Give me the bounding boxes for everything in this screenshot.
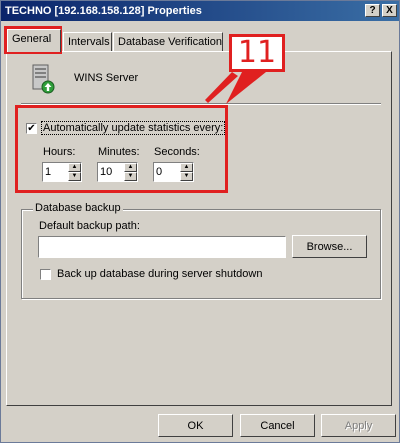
shutdown-backup-checkbox[interactable] [40,269,51,280]
shutdown-backup-label[interactable]: Back up database during server shutdown [57,268,262,280]
title-bar[interactable]: TECHNO [192.168.158.128] Properties ? X [1,1,399,21]
tab-intervals[interactable]: Intervals [63,32,112,51]
server-name: WINS Server [74,72,139,84]
database-backup-legend: Database backup [33,202,123,214]
help-button[interactable]: ? [365,4,380,17]
backup-path-input[interactable] [38,236,286,258]
close-button[interactable]: X [382,4,397,17]
ok-button[interactable]: OK [158,414,233,437]
backup-path-label: Default backup path: [39,220,140,232]
annotation-step-number: 11 [229,34,285,72]
cancel-button[interactable]: Cancel [240,414,315,437]
tab-general[interactable]: General [7,29,61,52]
annotation-highlight-statistics [15,105,228,193]
tab-database-verification[interactable]: Database Verification [113,32,223,51]
window-title: TECHNO [192.168.158.128] Properties [5,5,202,17]
properties-dialog: TECHNO [192.168.158.128] Properties ? X … [0,0,400,443]
apply-button[interactable]: Apply [321,414,396,437]
browse-button[interactable]: Browse... [292,235,367,258]
server-icon [32,64,55,94]
